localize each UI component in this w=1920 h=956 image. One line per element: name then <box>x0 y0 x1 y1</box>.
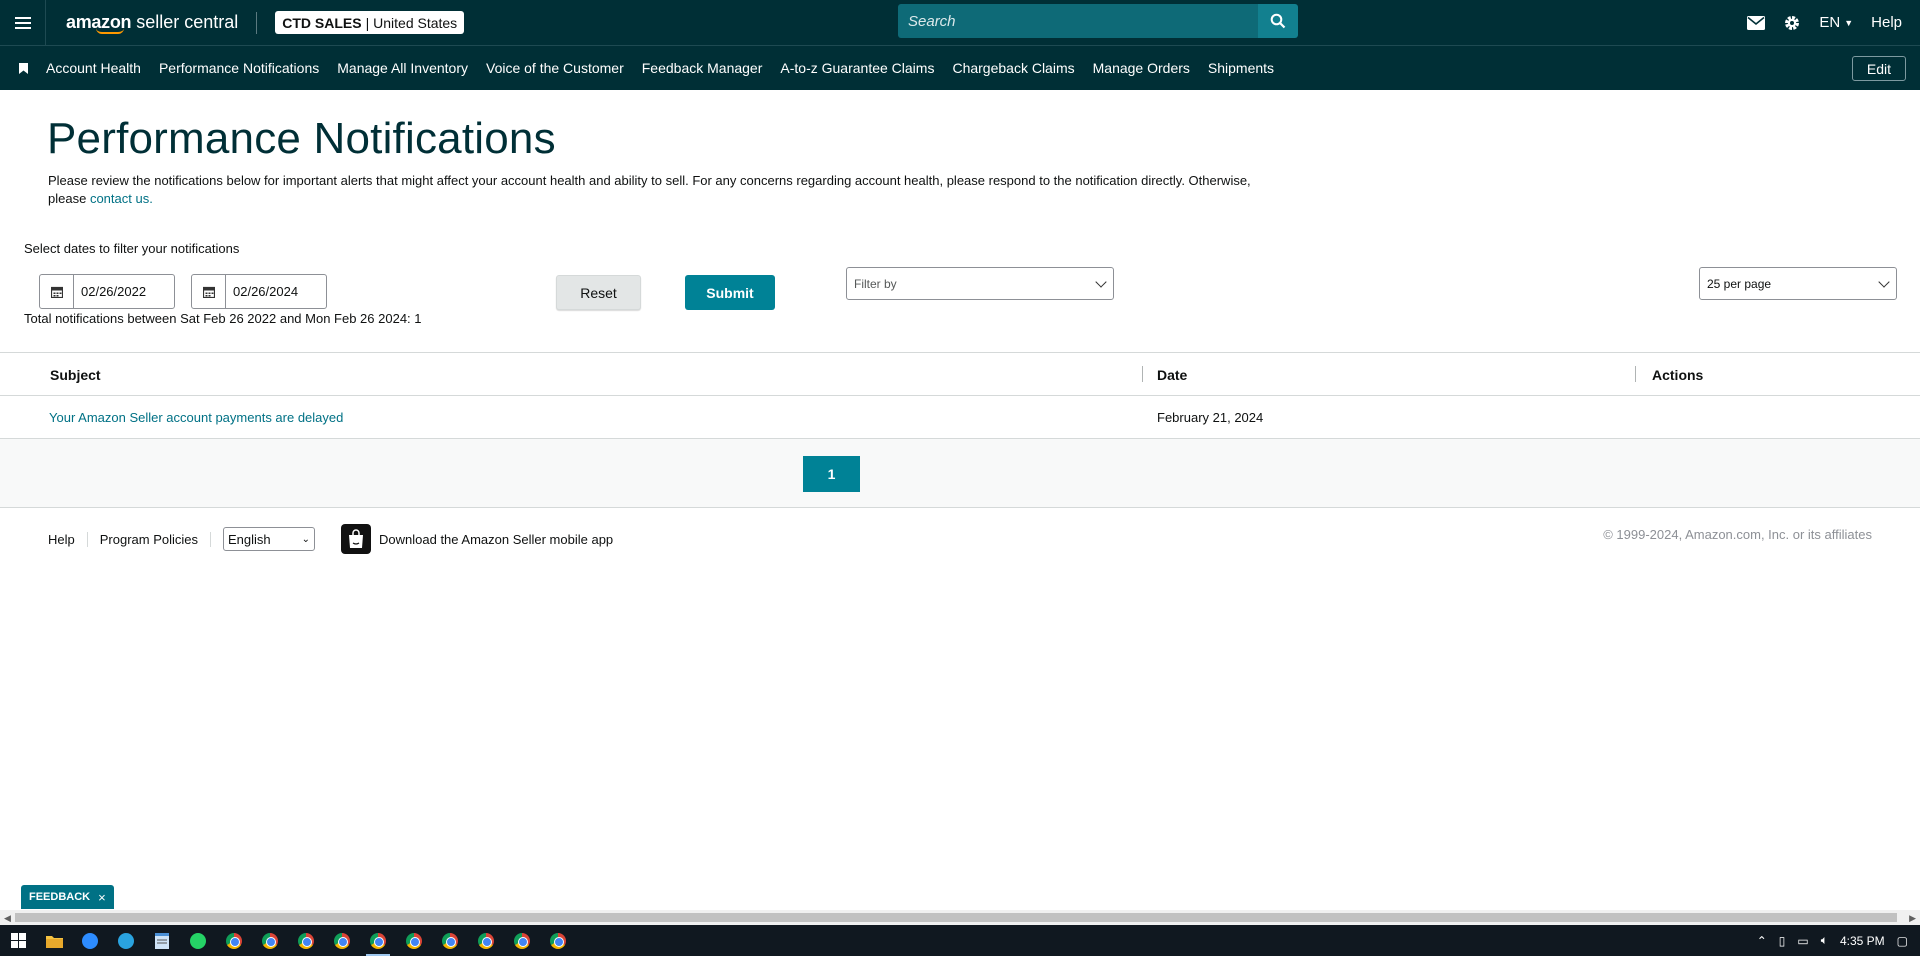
notepad-icon[interactable] <box>144 925 180 956</box>
top-header: amazon seller central CTD SALES | United… <box>0 0 1920 45</box>
total-notifications-text: Total notifications between Sat Feb 26 2… <box>24 311 422 326</box>
close-icon[interactable]: × <box>98 890 106 905</box>
notification-subject-link[interactable]: Your Amazon Seller account payments are … <box>49 410 343 425</box>
calendar-icon[interactable] <box>40 275 74 308</box>
search-input[interactable]: Search <box>898 4 1258 38</box>
chrome-icon[interactable] <box>468 925 504 956</box>
nav-performance-notifications[interactable]: Performance Notifications <box>159 60 319 76</box>
reset-button[interactable]: Reset <box>556 275 641 310</box>
submit-button[interactable]: Submit <box>685 275 775 310</box>
menu-icon[interactable] <box>0 0 46 45</box>
windows-taskbar: ⌃ ▯ ▭ 🔈︎ 4:35 PM ▢ <box>0 925 1920 956</box>
edit-bookmarks-button[interactable]: Edit <box>1851 56 1906 81</box>
bookmark-icon[interactable] <box>0 62 46 74</box>
network-icon[interactable]: ▭ <box>1797 934 1808 948</box>
copyright-text: © 1999-2024, Amazon.com, Inc. or its aff… <box>1603 527 1872 542</box>
chrome-icon[interactable] <box>252 925 288 956</box>
notification-date: February 21, 2024 <box>1157 410 1264 425</box>
start-date-input[interactable]: 02/26/2022 <box>74 275 146 308</box>
battery-icon[interactable]: ▯ <box>1779 934 1786 948</box>
page-footer: Help Program Policies English ⌄ Download… <box>48 524 613 554</box>
chrome-icon[interactable] <box>396 925 432 956</box>
table-header: Subject Date Actions <box>0 353 1920 396</box>
filter-by-select[interactable]: Filter by <box>846 267 1114 300</box>
nav-manage-all-inventory[interactable]: Manage All Inventory <box>337 60 468 76</box>
mail-icon[interactable] <box>1747 15 1766 30</box>
pagination: 1 <box>0 439 1920 508</box>
chrome-icon[interactable] <box>324 925 360 956</box>
start-date-picker[interactable]: 02/26/2022 <box>39 274 175 309</box>
chrome-icon[interactable] <box>540 925 576 956</box>
chevron-down-icon <box>1095 276 1107 288</box>
scroll-right-icon[interactable]: ▶ <box>1909 913 1916 924</box>
system-tray: ⌃ ▯ ▭ 🔈︎ 4:35 PM ▢ <box>1757 925 1920 956</box>
search-bar[interactable]: Search <box>898 4 1298 38</box>
amazon-seller-app-icon[interactable] <box>341 524 372 554</box>
chrome-icon[interactable] <box>432 925 468 956</box>
end-date-input[interactable]: 02/26/2024 <box>226 275 298 308</box>
bookmark-nav: Account Health Performance Notifications… <box>0 45 1920 90</box>
end-date-picker[interactable]: 02/26/2024 <box>191 274 327 309</box>
help-link[interactable]: Help <box>1871 14 1902 31</box>
footer-program-policies-link[interactable]: Program Policies <box>100 531 212 547</box>
chevron-down-icon <box>1878 276 1890 288</box>
search-button[interactable] <box>1258 4 1298 38</box>
search-icon <box>1270 13 1286 29</box>
nav-account-health[interactable]: Account Health <box>46 60 141 76</box>
scrollbar-thumb[interactable] <box>15 913 1897 922</box>
windows-start-icon[interactable] <box>0 925 36 956</box>
nav-manage-orders[interactable]: Manage Orders <box>1093 60 1190 76</box>
seller-central-logo[interactable]: amazon seller central <box>66 0 238 45</box>
chevron-up-icon[interactable]: ⌃ <box>1757 934 1767 948</box>
footer-language-select[interactable]: English ⌄ <box>223 527 316 551</box>
date-filter-label: Select dates to filter your notification… <box>24 241 240 256</box>
chrome-icon[interactable] <box>360 925 396 956</box>
chrome-icon[interactable] <box>216 925 252 956</box>
chrome-icon[interactable] <box>288 925 324 956</box>
table-row: Your Amazon Seller account payments are … <box>0 396 1920 439</box>
scroll-left-icon[interactable]: ◀ <box>4 913 11 924</box>
chevron-down-icon: ⌄ <box>301 533 311 545</box>
nav-shipments[interactable]: Shipments <box>1208 60 1274 76</box>
page-button-current[interactable]: 1 <box>803 456 860 492</box>
language-selector[interactable]: EN ▼ <box>1819 14 1853 31</box>
nav-voice-of-the-customer[interactable]: Voice of the Customer <box>486 60 624 76</box>
account-switcher[interactable]: CTD SALES | United States <box>275 11 465 34</box>
contact-us-link[interactable]: contact us. <box>90 191 153 206</box>
nav-a-to-z-claims[interactable]: A-to-z Guarantee Claims <box>780 60 934 76</box>
calendar-icon[interactable] <box>192 275 226 308</box>
notifications-table: Subject Date Actions Your Amazon Seller … <box>0 352 1920 439</box>
per-page-select[interactable]: 25 per page <box>1699 267 1897 300</box>
footer-help-link[interactable]: Help <box>48 531 88 547</box>
page-description: Please review the notifications below fo… <box>48 173 1251 206</box>
nav-chargeback-claims[interactable]: Chargeback Claims <box>952 60 1074 76</box>
download-app-link[interactable]: Download the Amazon Seller mobile app <box>379 532 613 547</box>
notification-center-icon[interactable]: ▢ <box>1897 934 1908 948</box>
column-header-actions: Actions <box>1652 366 1704 383</box>
page-title: Performance Notifications <box>47 114 556 163</box>
telegram-icon[interactable] <box>108 925 144 956</box>
zoom-app-icon[interactable] <box>72 925 108 956</box>
column-header-date: Date <box>1157 366 1188 383</box>
taskbar-clock[interactable]: 4:35 PM <box>1840 934 1885 948</box>
nav-feedback-manager[interactable]: Feedback Manager <box>642 60 763 76</box>
chrome-icon[interactable] <box>504 925 540 956</box>
caret-down-icon: ▼ <box>1844 17 1854 28</box>
column-header-subject: Subject <box>50 366 101 383</box>
file-explorer-icon[interactable] <box>36 925 72 956</box>
horizontal-scrollbar[interactable]: ◀ ▶ <box>0 910 1920 925</box>
gear-icon[interactable] <box>1783 14 1801 32</box>
volume-icon[interactable]: 🔈︎ <box>1821 933 1828 948</box>
whatsapp-icon[interactable] <box>180 925 216 956</box>
feedback-tab[interactable]: FEEDBACK × <box>21 885 114 909</box>
